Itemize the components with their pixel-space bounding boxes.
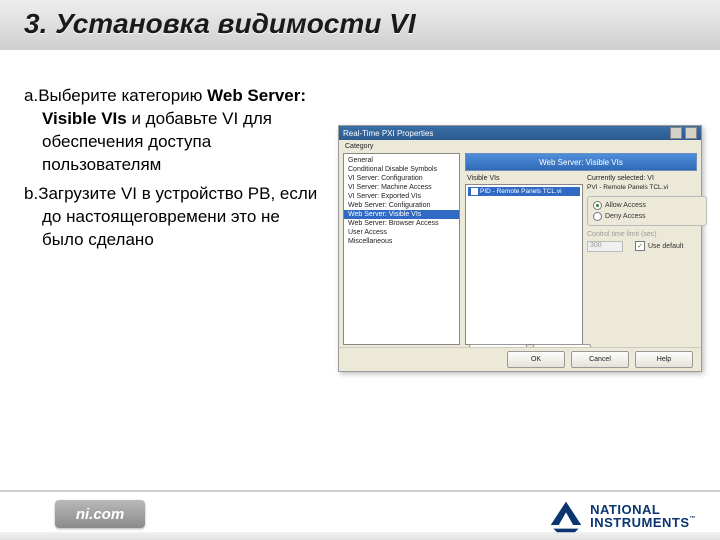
radio-deny-label: Deny Access bbox=[605, 213, 645, 220]
category-item[interactable]: Conditional Disable Symbols bbox=[344, 165, 459, 174]
bullet-b-text: Загрузите VI в устройство РВ, если до на… bbox=[38, 184, 317, 249]
visible-vis-label: Visible VIs bbox=[467, 175, 500, 182]
category-item[interactable]: General bbox=[344, 156, 459, 165]
category-label: Category bbox=[345, 143, 373, 150]
bullet-a: a.Выберите категорию Web Server: Visible… bbox=[24, 85, 324, 177]
ni-logo-text: NATIONAL INSTRUMENTS™ bbox=[590, 503, 696, 529]
trademark: ™ bbox=[690, 516, 697, 522]
slide: 3. Установка видимости VI a.Выберите кат… bbox=[0, 0, 720, 540]
checkmark-icon bbox=[471, 188, 478, 195]
bullet-a-prefix: a. bbox=[24, 86, 38, 105]
body-text: a.Выберите категорию Web Server: Visible… bbox=[24, 85, 324, 258]
currently-selected-value: PVI - Remote Panels TCL.vi bbox=[587, 184, 695, 191]
slide-title: 3. Установка видимости VI bbox=[24, 8, 416, 40]
bullet-b: b.Загрузите VI в устройство РВ, если до … bbox=[24, 183, 324, 252]
visible-vi-entry[interactable]: PID - Remote Panels TCL.vi bbox=[468, 187, 580, 196]
control-time-label: Control time limit (sec) bbox=[587, 231, 657, 238]
access-radio-group: Allow Access Deny Access bbox=[587, 196, 707, 226]
category-item[interactable]: VI Server: Exported VIs bbox=[344, 192, 459, 201]
category-list[interactable]: GeneralConditional Disable SymbolsVI Ser… bbox=[343, 153, 460, 345]
category-item[interactable]: Web Server: Visible VIs bbox=[344, 210, 459, 219]
cancel-button[interactable]: Cancel bbox=[571, 351, 629, 368]
category-item[interactable]: Web Server: Configuration bbox=[344, 201, 459, 210]
ni-logo: NATIONAL INSTRUMENTS™ bbox=[548, 498, 696, 534]
bullet-b-prefix: b. bbox=[24, 184, 38, 203]
window-title: Real-Time PXI Properties bbox=[343, 129, 433, 138]
dialog-screenshot: Real-Time PXI Properties Category Genera… bbox=[338, 125, 702, 372]
control-time-input[interactable]: 300 bbox=[587, 241, 623, 252]
radio-allow-label: Allow Access bbox=[605, 202, 646, 209]
checkbox-checked-icon: ✓ bbox=[635, 241, 645, 251]
radio-allow-access[interactable]: Allow Access bbox=[593, 201, 701, 210]
help-button[interactable]: Help bbox=[635, 351, 693, 368]
visible-vi-name: PID - Remote Panels TCL.vi bbox=[480, 188, 562, 195]
bullet-a-t1: Выберите категорию bbox=[38, 86, 207, 105]
radio-on-icon bbox=[593, 201, 602, 210]
category-item[interactable]: User Access bbox=[344, 228, 459, 237]
window-controls bbox=[670, 127, 697, 139]
ni-com-badge: ni.com bbox=[55, 500, 145, 528]
panel-header: Web Server: Visible VIs bbox=[465, 153, 697, 171]
radio-deny-access[interactable]: Deny Access bbox=[593, 212, 701, 221]
category-item[interactable]: VI Server: Configuration bbox=[344, 174, 459, 183]
radio-off-icon bbox=[593, 212, 602, 221]
use-default-label: Use default bbox=[648, 243, 683, 250]
category-item[interactable]: Web Server: Browser Access bbox=[344, 219, 459, 228]
minimize-icon[interactable] bbox=[670, 127, 682, 139]
slide-footer: ni.com NATIONAL INSTRUMENTS™ bbox=[0, 480, 720, 540]
ok-button[interactable]: OK bbox=[507, 351, 565, 368]
category-item[interactable]: Miscellaneous bbox=[344, 237, 459, 246]
close-icon[interactable] bbox=[685, 127, 697, 139]
window-titlebar: Real-Time PXI Properties bbox=[339, 126, 701, 140]
ni-eagle-icon bbox=[548, 498, 584, 534]
visible-vis-list[interactable]: PID - Remote Panels TCL.vi bbox=[465, 184, 583, 345]
use-default-checkbox[interactable]: ✓ Use default bbox=[635, 241, 683, 251]
currently-selected-label: Currently selected: VI bbox=[587, 175, 654, 182]
category-item[interactable]: VI Server: Machine Access bbox=[344, 183, 459, 192]
footer-divider bbox=[0, 490, 720, 492]
ni-logo-l2: INSTRUMENTS bbox=[590, 515, 689, 530]
dialog-button-bar: OK Cancel Help bbox=[339, 347, 701, 371]
